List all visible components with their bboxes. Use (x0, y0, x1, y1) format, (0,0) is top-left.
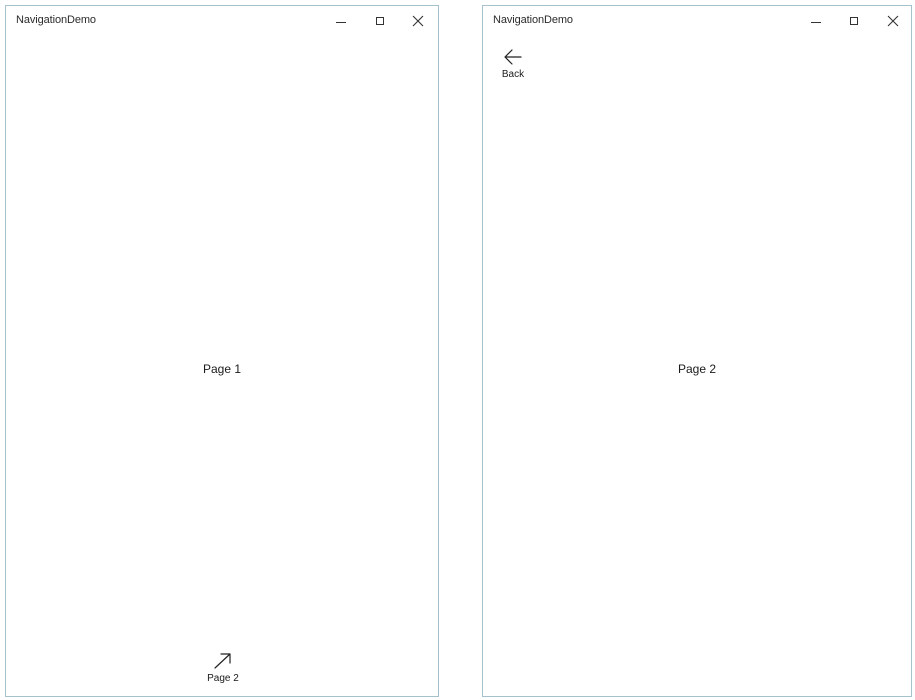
maximize-button[interactable] (836, 6, 872, 36)
close-button[interactable] (400, 6, 436, 36)
back-button-label: Back (501, 69, 525, 80)
maximize-icon (376, 17, 384, 25)
forward-arrow-icon (214, 653, 231, 669)
back-button[interactable]: Back (491, 47, 535, 80)
window-title: NavigationDemo (16, 14, 96, 26)
maximize-button[interactable] (362, 6, 398, 36)
close-icon (412, 15, 424, 27)
page-content-text: Page 1 (202, 362, 242, 376)
app-window-page-2: NavigationDemo Back Page 2 (482, 5, 912, 697)
app-window-page-1: NavigationDemo Page 1 Page 2 (5, 5, 439, 697)
back-arrow-icon (504, 49, 522, 65)
title-bar[interactable]: NavigationDemo (6, 6, 438, 36)
page-2-button-label: Page 2 (207, 673, 239, 684)
close-button[interactable] (875, 6, 911, 36)
minimize-button[interactable] (798, 6, 834, 36)
minimize-icon (336, 22, 346, 23)
window-title: NavigationDemo (493, 14, 573, 26)
minimize-button[interactable] (323, 6, 359, 36)
page-2-button[interactable]: Page 2 (201, 651, 245, 684)
title-bar[interactable]: NavigationDemo (483, 6, 911, 36)
minimize-icon (811, 22, 821, 23)
close-icon (887, 15, 899, 27)
maximize-icon (850, 17, 858, 25)
page-content-text: Page 2 (677, 362, 717, 376)
